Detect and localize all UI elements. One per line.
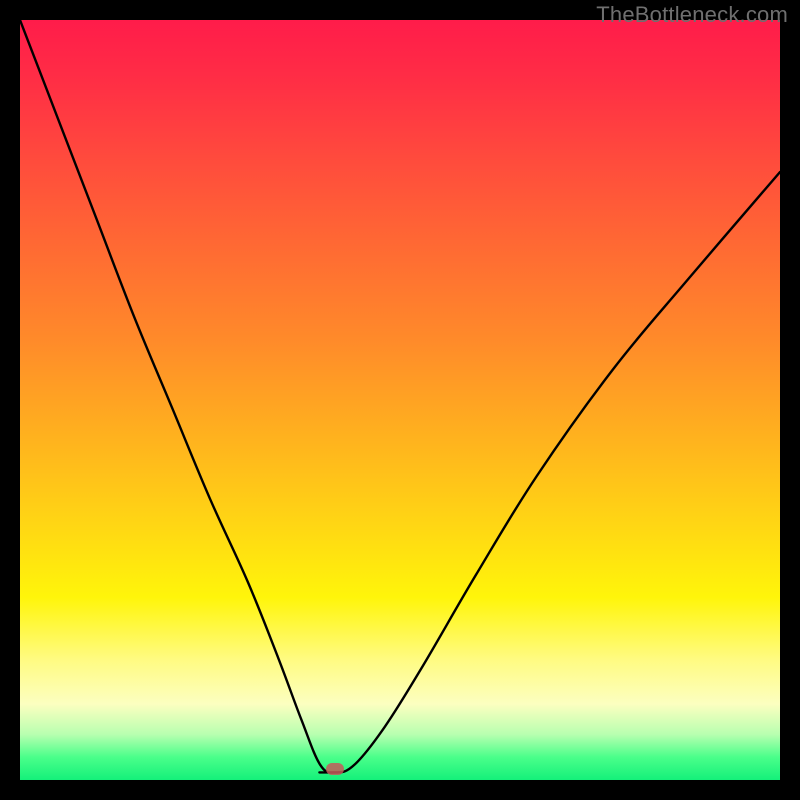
optimal-point-marker xyxy=(326,763,344,775)
watermark-text: TheBottleneck.com xyxy=(596,2,788,28)
bottleneck-curve xyxy=(20,20,780,780)
chart-frame: TheBottleneck.com xyxy=(0,0,800,800)
plot-area xyxy=(20,20,780,780)
